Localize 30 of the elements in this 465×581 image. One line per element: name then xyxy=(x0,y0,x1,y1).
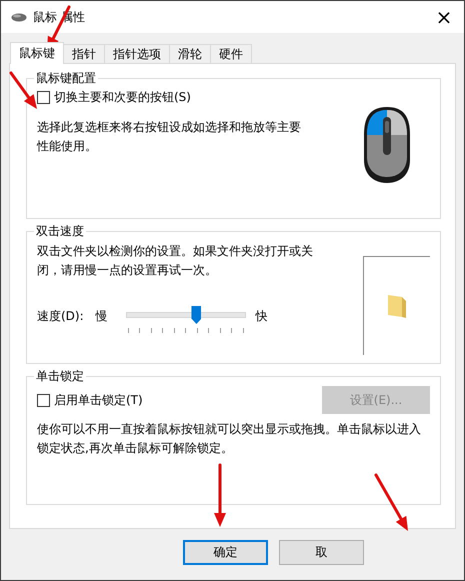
slider-thumb[interactable] xyxy=(191,306,202,324)
description-text: 双击文件夹以检测你的设置。如果文件夹没打开或关闭，请用慢一点的设置再试一次。 xyxy=(37,243,314,279)
checkbox[interactable]: 切换主要和次要的按钮(S) xyxy=(37,89,362,106)
tab[interactable]: 滑轮 xyxy=(169,44,211,63)
speed-slider[interactable] xyxy=(126,306,246,334)
speed-label: 速度(D): xyxy=(37,308,84,324)
tab[interactable]: 指针选项 xyxy=(104,44,170,63)
checkbox[interactable]: 启用单击锁定(T) xyxy=(37,392,143,408)
dialog-button[interactable]: 确定 xyxy=(183,540,268,565)
checkbox-box[interactable] xyxy=(37,91,50,104)
test-area[interactable] xyxy=(363,256,430,355)
dialog-button[interactable]: 取 xyxy=(279,540,364,565)
fast-label: 快 xyxy=(256,308,268,324)
checkbox-box[interactable] xyxy=(37,394,50,406)
group-title: 鼠标键配置 xyxy=(34,70,98,87)
description-text: 选择此复选框来将右按钮设成如选择和拖放等主要性能使用。 xyxy=(37,119,302,155)
folder-icon xyxy=(386,293,408,319)
tab[interactable]: 鼠标键 xyxy=(10,42,64,64)
arrow-icon xyxy=(374,474,408,531)
group-title: 单击锁定 xyxy=(34,368,86,385)
slow-label: 慢 xyxy=(96,308,108,324)
close-button[interactable]: × xyxy=(424,1,464,33)
checkbox-label: 启用单击锁定(T) xyxy=(54,392,143,408)
tab[interactable]: 硬件 xyxy=(210,44,252,63)
arrow-icon xyxy=(10,72,37,109)
arrow-icon xyxy=(214,464,226,527)
description-text: 使你可以不用一直按着鼠标按钮就可以突出显示或拖拽。单击鼠标以进入锁定状态,再次单击鼠标可解除锁定。 xyxy=(37,421,422,457)
tab[interactable]: 指针 xyxy=(63,44,105,63)
checkbox-label: 切换主要和次要的按钮(S) xyxy=(54,89,191,106)
mouse-icon xyxy=(11,12,27,22)
